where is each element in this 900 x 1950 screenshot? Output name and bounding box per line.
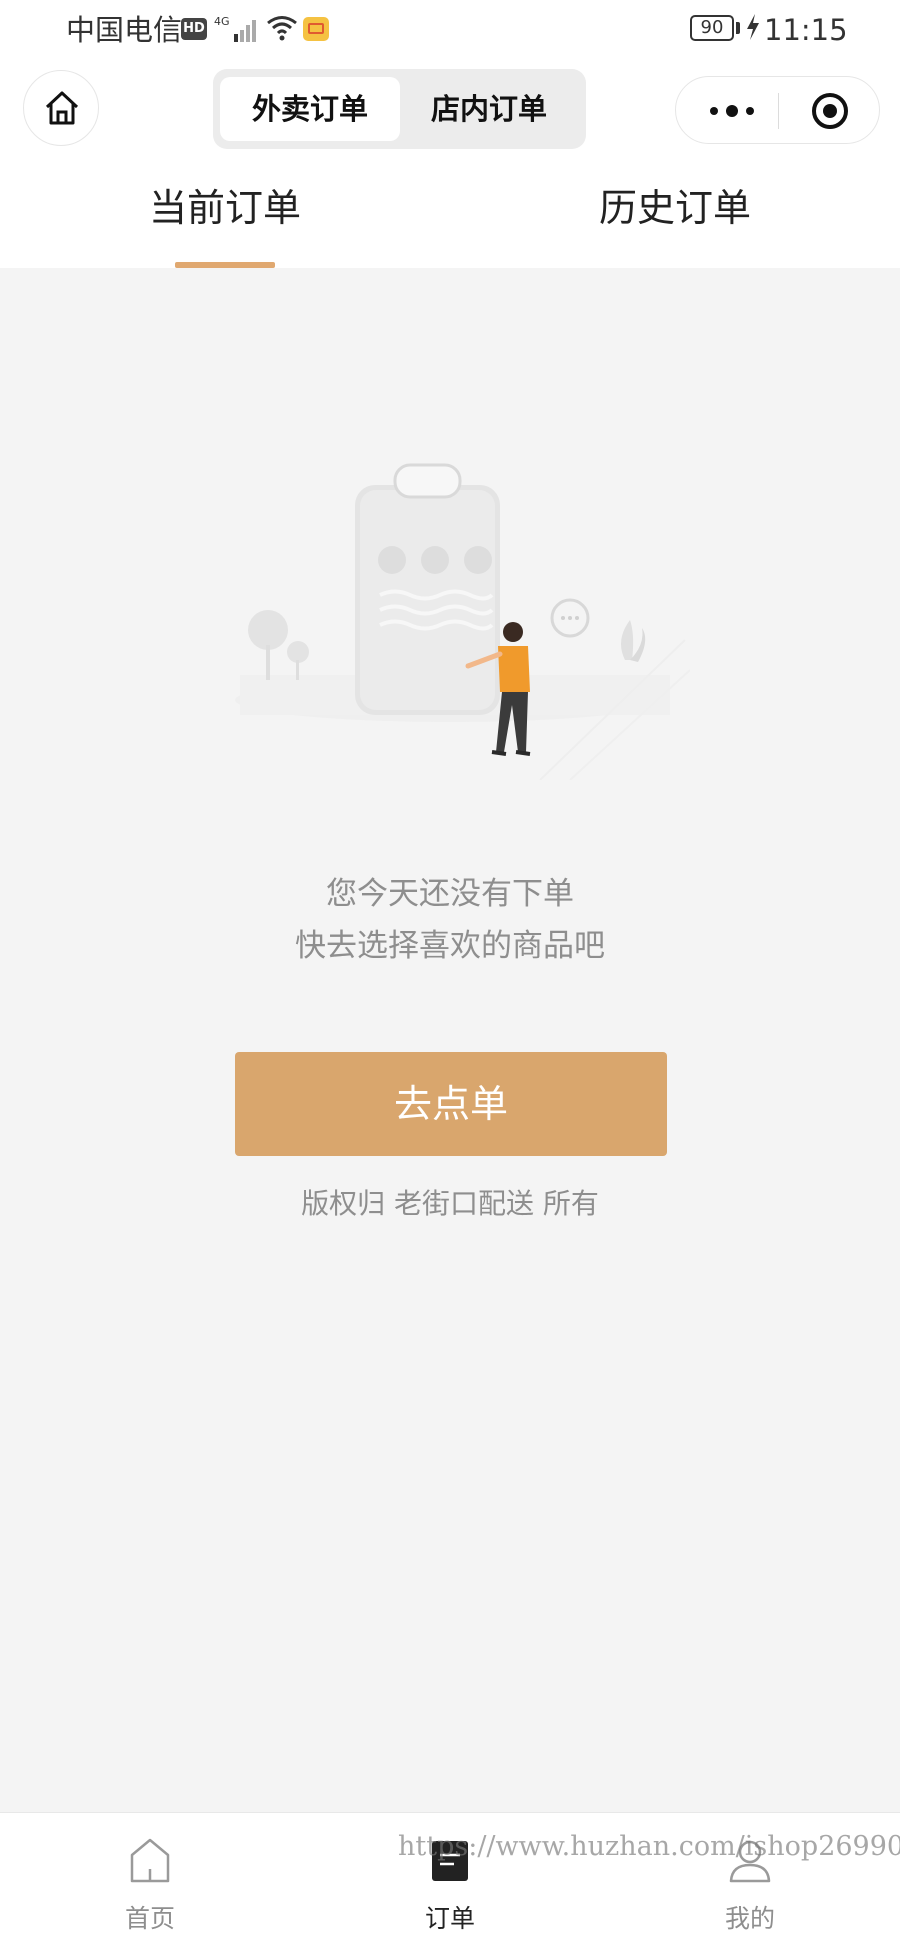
segment-takeout-orders[interactable]: 外卖订单 (220, 77, 400, 141)
tab-history-orders[interactable]: 历史订单 (525, 178, 825, 238)
screen: 中国电信 HD 4G 90 11:15 外卖订单 店内订单 当前订单 历史订单 … (0, 0, 900, 1950)
bottom-nav-home-label: 首页 (124, 1904, 175, 1933)
hd-badge: HD (181, 18, 207, 40)
home-icon (45, 91, 79, 125)
home-icon (130, 1838, 170, 1883)
bottom-nav-orders-label: 订单 (424, 1904, 475, 1933)
capsule-divider (778, 93, 779, 129)
network-type-label: 4G (214, 15, 230, 28)
nav-header: 外卖订单 店内订单 (0, 62, 900, 158)
segment-dine-in-orders[interactable]: 店内订单 (399, 77, 579, 141)
tab-current-orders[interactable]: 当前订单 (75, 178, 375, 238)
bottom-nav-mine-label: 我的 (724, 1904, 775, 1933)
order-tabs: 当前订单 历史订单 (0, 158, 900, 268)
empty-orders-illustration (235, 463, 690, 780)
target-close-icon[interactable] (810, 91, 850, 131)
active-tab-indicator (175, 262, 275, 268)
battery-icon: 90 (690, 15, 734, 41)
watermark-url: https://www.huzhan.com/ishop26990 (398, 1831, 900, 1862)
more-dots-icon[interactable] (702, 99, 762, 123)
signal-icon: 4G (214, 14, 260, 50)
charging-icon (745, 12, 761, 51)
order-type-switch: 外卖订单 店内订单 (213, 69, 586, 149)
empty-message-line1: 您今天还没有下单 (326, 876, 574, 912)
battery-tip (736, 22, 740, 34)
go-order-button[interactable]: 去点单 (235, 1052, 667, 1156)
empty-message-line2: 快去选择喜欢的商品吧 (295, 928, 605, 964)
home-button[interactable] (23, 70, 99, 146)
bottom-nav-home[interactable]: 首页 (50, 1813, 250, 1950)
clock-time: 11:15 (764, 13, 848, 47)
message-notification-icon (303, 17, 329, 41)
wifi-icon (266, 14, 298, 46)
miniprogram-capsule (675, 76, 880, 144)
status-bar: 中国电信 HD 4G 90 11:15 (0, 0, 900, 62)
copyright-text: 版权归 老街口配送 所有 (301, 1187, 599, 1220)
carrier-label: 中国电信 (66, 13, 183, 47)
